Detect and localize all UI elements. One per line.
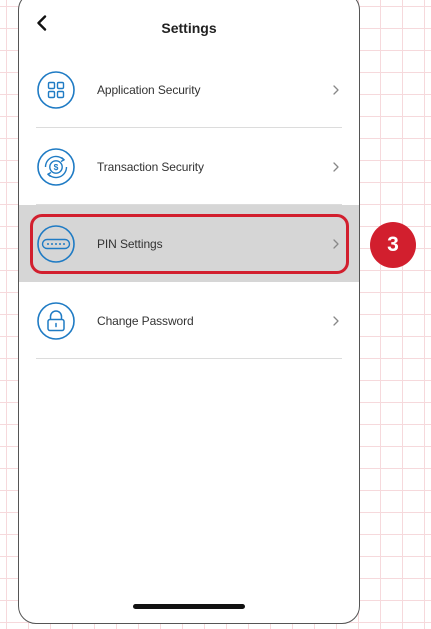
app-grid-icon bbox=[36, 70, 76, 110]
padlock-icon bbox=[36, 301, 76, 341]
settings-item-label: Transaction Security bbox=[97, 159, 204, 174]
home-indicator bbox=[133, 604, 245, 609]
settings-item-label: Change Password bbox=[97, 313, 194, 328]
row-divider bbox=[36, 358, 342, 359]
settings-item-label: Application Security bbox=[97, 82, 201, 97]
settings-item-label: PIN Settings bbox=[97, 236, 163, 251]
settings-item-change-password[interactable]: Change Password bbox=[19, 282, 359, 359]
chevron-right-icon bbox=[331, 315, 341, 327]
svg-text:$: $ bbox=[54, 162, 59, 172]
settings-item-application-security[interactable]: Application Security bbox=[19, 51, 359, 128]
settings-item-transaction-security[interactable]: $ Transaction Security bbox=[19, 128, 359, 205]
chevron-right-icon bbox=[331, 238, 341, 250]
phone-frame: Settings Application Security $ Transact… bbox=[18, 0, 360, 624]
chevron-right-icon bbox=[331, 84, 341, 96]
settings-list: Application Security $ Transaction Secur… bbox=[19, 51, 359, 359]
pin-field-icon bbox=[36, 224, 76, 264]
money-cycle-icon: $ bbox=[36, 147, 76, 187]
chevron-right-icon bbox=[331, 161, 341, 173]
step-number-badge: 3 bbox=[370, 222, 416, 268]
settings-item-pin-settings[interactable]: PIN Settings bbox=[19, 205, 359, 282]
page-title: Settings bbox=[161, 20, 217, 36]
back-chevron-icon[interactable] bbox=[35, 14, 49, 32]
header: Settings bbox=[19, 0, 359, 43]
